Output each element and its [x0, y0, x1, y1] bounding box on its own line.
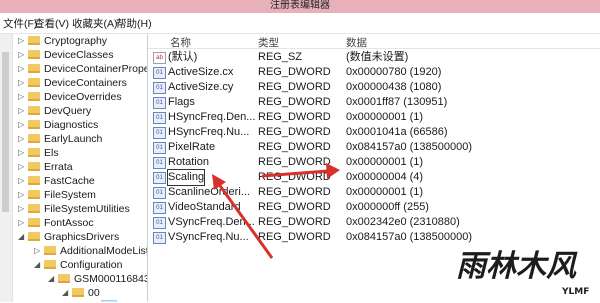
watermark-logo: 雨林木风 YLMF — [448, 228, 598, 300]
watermark-sub: YLMF — [561, 287, 589, 297]
arrow-to-scaling-icon — [212, 174, 274, 259]
arrow-to-scaling-data-icon — [261, 163, 340, 179]
watermark-text: 雨林木风 — [456, 249, 578, 284]
ylmf-logo-icon: 雨林木风 YLMF — [456, 249, 589, 297]
